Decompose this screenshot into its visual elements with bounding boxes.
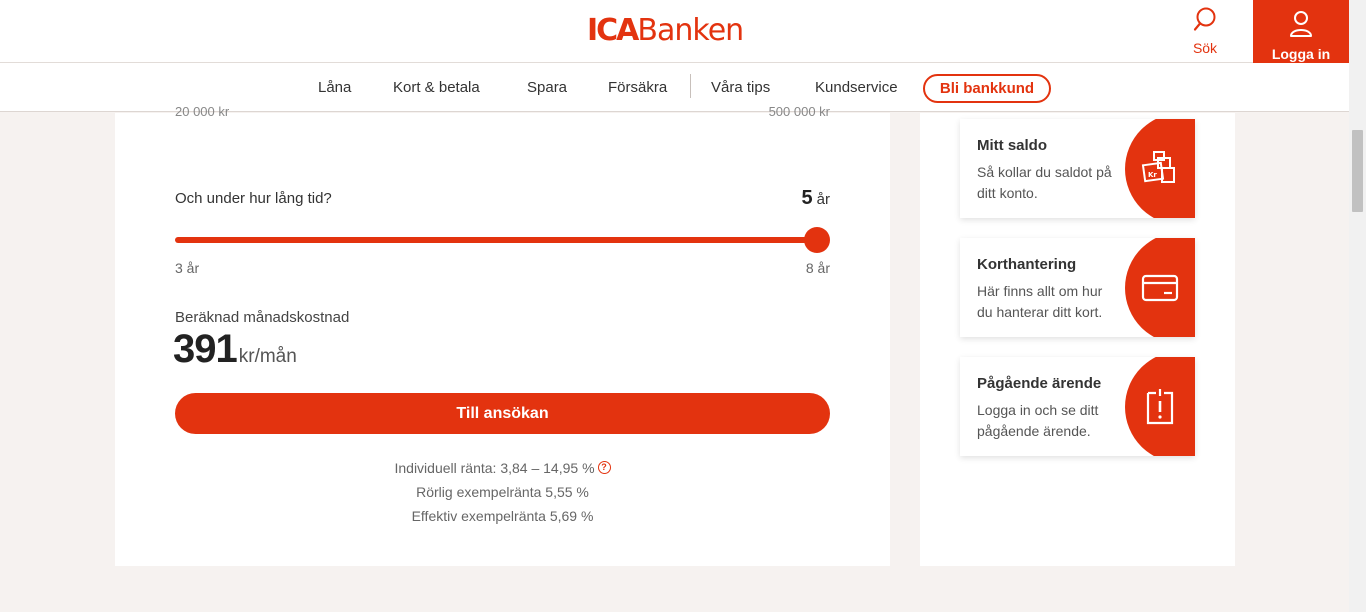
money-stack-icon: Kr bbox=[1141, 151, 1175, 183]
ica-banken-logo[interactable]: ICABanken bbox=[587, 13, 744, 48]
amount-max-label: 500 000 kr bbox=[768, 104, 830, 119]
nav-item-vara-tips[interactable]: Våra tips bbox=[711, 63, 770, 112]
rate-info: Individuell ränta: 3,84 – 14,95 %? Rörli… bbox=[175, 456, 830, 528]
search-label: Sök bbox=[1192, 40, 1218, 56]
login-button[interactable]: Logga in bbox=[1253, 0, 1349, 63]
tile-description: Logga in och se ditt pågående ärende. bbox=[977, 402, 1099, 439]
monthly-cost-label: Beräknad månadskostnad bbox=[175, 309, 350, 326]
nav-link-kort-betala[interactable]: Kort & betala bbox=[393, 79, 480, 96]
amount-min-label: 20 000 kr bbox=[175, 104, 230, 119]
rate-individual-row: Individuell ränta: 3,84 – 14,95 %? bbox=[175, 456, 830, 480]
duration-value: 5 år bbox=[802, 187, 830, 210]
rate-individual: Individuell ränta: 3,84 – 14,95 % bbox=[394, 460, 595, 476]
tile-mitt-saldo[interactable]: Mitt saldo Så kollar du saldot på ditt k… bbox=[960, 119, 1195, 218]
apply-button[interactable]: Till ansökan bbox=[175, 393, 830, 434]
tile-description: Här finns allt om hur du hanterar ditt k… bbox=[977, 283, 1103, 320]
duration-min-label: 3 år bbox=[175, 260, 200, 276]
duration-max-label: 8 år bbox=[805, 260, 830, 276]
tile-pagaende-arende[interactable]: Pågående ärende Logga in och se ditt påg… bbox=[960, 357, 1195, 456]
monthly-cost: 391 kr/mån bbox=[173, 327, 297, 372]
scrollbar-thumb[interactable] bbox=[1352, 130, 1363, 212]
monthly-cost-unit: kr/mån bbox=[238, 346, 297, 367]
nav-item-lana[interactable]: Låna bbox=[318, 63, 351, 112]
user-icon bbox=[1290, 11, 1312, 37]
duration-slider[interactable] bbox=[175, 227, 830, 253]
tile-title: Mitt saldo bbox=[977, 137, 1047, 154]
tile-description: Så kollar du saldot på ditt konto. bbox=[977, 164, 1112, 201]
tile-korthantering[interactable]: Korthantering Här finns allt om hur du h… bbox=[960, 238, 1195, 337]
nav-divider bbox=[690, 74, 691, 98]
shortcut-panel: Mitt saldo Så kollar du saldot på ditt k… bbox=[920, 113, 1235, 566]
nav-link-lana[interactable]: Låna bbox=[318, 79, 351, 96]
nav-link-kundservice[interactable]: Kundservice bbox=[815, 79, 898, 96]
nav-link-forsakra[interactable]: Försäkra bbox=[608, 79, 667, 96]
nav-item-kort-betala[interactable]: Kort & betala bbox=[393, 63, 480, 112]
rate-effective: Effektiv exempelränta 5,69 % bbox=[411, 508, 594, 524]
clipboard-alert-icon bbox=[1146, 389, 1174, 425]
page-scrollbar[interactable] bbox=[1349, 0, 1366, 612]
card-icon bbox=[1141, 274, 1179, 302]
question-icon[interactable]: ? bbox=[597, 461, 611, 474]
nav-link-vara-tips[interactable]: Våra tips bbox=[711, 79, 770, 96]
logo-banken: Banken bbox=[637, 13, 744, 48]
monthly-cost-value: 391 bbox=[173, 327, 238, 371]
duration-number: 5 bbox=[801, 187, 813, 209]
become-customer-button[interactable]: Bli bankkund bbox=[923, 74, 1051, 103]
nav-item-forsakra[interactable]: Försäkra bbox=[608, 63, 667, 112]
duration-slider-handle[interactable] bbox=[804, 227, 830, 253]
tile-title: Korthantering bbox=[977, 256, 1077, 273]
rate-variable: Rörlig exempelränta 5,55 % bbox=[416, 484, 589, 500]
nav-link-spara[interactable]: Spara bbox=[527, 79, 567, 96]
duration-slider-track[interactable] bbox=[175, 237, 817, 243]
top-header: ICABanken Sök Logga in bbox=[0, 0, 1349, 63]
loan-calculator-card: 20 000 kr 500 000 kr Och under hur lång … bbox=[115, 104, 890, 566]
nav-item-spara[interactable]: Spara bbox=[527, 63, 567, 112]
search-icon bbox=[1193, 7, 1216, 31]
logo-ica: ICA bbox=[587, 13, 639, 48]
search-button[interactable]: Sök bbox=[1183, 6, 1227, 56]
tile-title: Pågående ärende bbox=[977, 375, 1102, 392]
duration-unit: år bbox=[816, 191, 830, 208]
duration-question: Och under hur lång tid? bbox=[175, 190, 332, 207]
svg-text:Kr: Kr bbox=[1148, 171, 1157, 179]
login-label: Logga in bbox=[1271, 46, 1331, 62]
